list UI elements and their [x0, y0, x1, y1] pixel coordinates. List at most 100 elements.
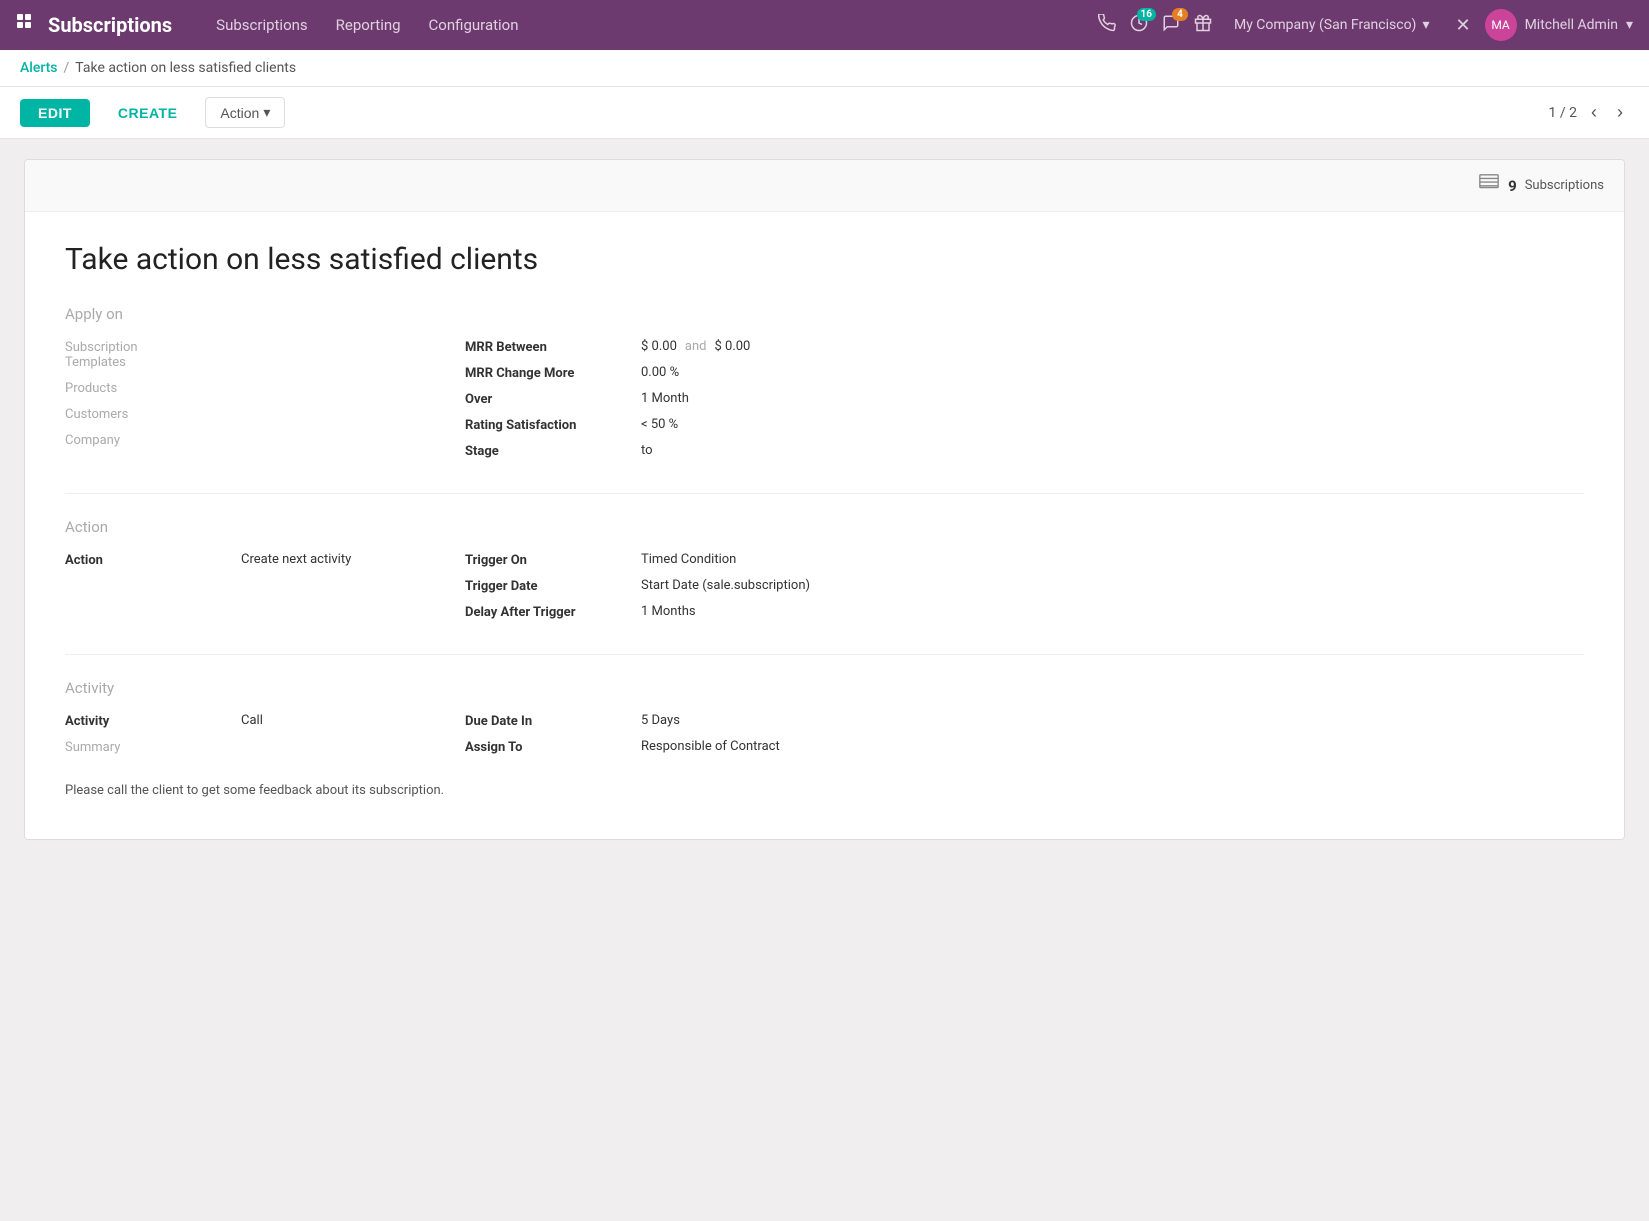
stage-label: Stage [465, 443, 625, 459]
delay-value: 1 Months [641, 604, 696, 619]
user-chevron-icon: ▾ [1626, 17, 1633, 33]
trigger-on-value: Timed Condition [641, 552, 736, 567]
avatar: MA [1485, 9, 1517, 41]
products-label: Products [65, 380, 195, 396]
field-mrr-change: MRR Change More 0.00 % [465, 365, 1584, 381]
top-navigation: Subscriptions Subscriptions Reporting Co… [0, 0, 1649, 50]
mrr-max: $ 0.00 [714, 339, 750, 354]
mrr-and: and [685, 339, 707, 354]
field-over: Over 1 Month [465, 391, 1584, 407]
mrr-change-value: 0.00 % [641, 365, 679, 380]
field-rating: Rating Satisfaction < 50 % [465, 417, 1584, 433]
action-field-label: Action [65, 552, 225, 568]
grid-icon[interactable] [16, 13, 36, 37]
app-brand: Subscriptions [48, 13, 172, 37]
nav-links: Subscriptions Reporting Configuration [204, 10, 1098, 40]
field-company: Company [65, 432, 425, 448]
field-trigger-on: Trigger On Timed Condition [465, 552, 1584, 568]
subscriptions-badge[interactable]: 9 Subscriptions [1478, 172, 1604, 199]
action-left: Action Create next activity [65, 552, 425, 630]
divider-1 [65, 493, 1584, 494]
activity-section-label: Activity [65, 679, 1584, 697]
pagination-controls: 1 / 2 ‹ › [1549, 100, 1629, 125]
chat-icon-btn[interactable]: 4 [1162, 14, 1180, 37]
delay-label: Delay After Trigger [465, 604, 625, 620]
customers-label: Customers [65, 406, 195, 422]
record-header: 9 Subscriptions [25, 160, 1624, 212]
record-title: Take action on less satisfied clients [65, 242, 1584, 277]
action-chevron-icon: ▾ [263, 104, 270, 121]
pagination-text: 1 / 2 [1549, 105, 1577, 121]
clock-icon-btn[interactable]: 16 [1130, 14, 1148, 37]
assign-to-value: Responsible of Contract [641, 739, 780, 754]
field-mrr-between: MRR Between $ 0.00 and $ 0.00 [465, 339, 1584, 355]
action-label: Action [220, 105, 259, 121]
clock-badge: 16 [1137, 8, 1156, 21]
subscription-templates-label: SubscriptionTemplates [65, 339, 195, 370]
assign-to-label: Assign To [465, 739, 625, 755]
field-due-date: Due Date In 5 Days [465, 713, 1584, 729]
main-content: 9 Subscriptions Take action on less sati… [0, 139, 1649, 860]
field-delay: Delay After Trigger 1 Months [465, 604, 1584, 620]
phone-icon-btn[interactable] [1098, 14, 1116, 37]
field-products: Products [65, 380, 425, 396]
rating-label: Rating Satisfaction [465, 417, 625, 433]
create-button[interactable]: CREATE [100, 99, 196, 127]
close-icon[interactable]: ✕ [1455, 15, 1470, 36]
trigger-date-label: Trigger Date [465, 578, 625, 594]
trigger-on-label: Trigger On [465, 552, 625, 568]
subscriptions-label: Subscriptions [1525, 178, 1604, 193]
apply-on-label: Apply on [65, 305, 1584, 323]
record-body: Take action on less satisfied clients Ap… [25, 212, 1624, 839]
due-date-label: Due Date In [465, 713, 625, 729]
action-field-value: Create next activity [241, 552, 351, 567]
subscriptions-badge-icon [1478, 172, 1500, 199]
breadcrumb-parent[interactable]: Alerts [20, 60, 58, 76]
divider-2 [65, 654, 1584, 655]
summary-label: Summary [65, 739, 195, 755]
breadcrumb-separator: / [64, 60, 70, 76]
field-assign-to: Assign To Responsible of Contract [465, 739, 1584, 755]
company-name: My Company (San Francisco) [1234, 17, 1416, 33]
field-activity: Activity Call [65, 713, 425, 729]
action-section: Action Action Create next activity Trigg… [65, 518, 1584, 630]
action-dropdown-button[interactable]: Action ▾ [205, 97, 285, 128]
breadcrumb: Alerts / Take action on less satisfied c… [0, 50, 1649, 87]
next-record-button[interactable]: › [1611, 100, 1629, 125]
topnav-icons: 16 4 My Company (San Francisco) ▾ ✕ MA M… [1098, 9, 1633, 41]
apply-on-layout: SubscriptionTemplates Products Customers [65, 339, 1584, 469]
breadcrumb-current: Take action on less satisfied clients [75, 60, 296, 76]
nav-reporting[interactable]: Reporting [324, 10, 413, 40]
toolbar: EDIT CREATE Action ▾ 1 / 2 ‹ › [0, 87, 1649, 139]
gift-icon-btn[interactable] [1194, 14, 1212, 37]
prev-record-button[interactable]: ‹ [1585, 100, 1603, 125]
company-selector[interactable]: My Company (San Francisco) ▾ [1226, 13, 1437, 37]
nav-subscriptions[interactable]: Subscriptions [204, 10, 319, 40]
nav-configuration[interactable]: Configuration [417, 10, 531, 40]
activity-section: Activity Activity Call Summary [65, 679, 1584, 801]
mrr-between-value: $ 0.00 and $ 0.00 [641, 339, 750, 354]
field-subscription-templates: SubscriptionTemplates [65, 339, 425, 370]
field-stage: Stage to [465, 443, 1584, 459]
action-layout: Action Create next activity Trigger On T… [65, 552, 1584, 630]
edit-button[interactable]: EDIT [20, 99, 90, 127]
activity-layout: Activity Call Summary Due Date In 5 Days [65, 713, 1584, 765]
action-section-label: Action [65, 518, 1584, 536]
stage-value: to [641, 443, 653, 458]
field-action: Action Create next activity [65, 552, 425, 568]
rating-value: < 50 % [641, 417, 678, 432]
apply-on-right: MRR Between $ 0.00 and $ 0.00 MRR Change… [465, 339, 1584, 469]
action-right: Trigger On Timed Condition Trigger Date … [465, 552, 1584, 630]
field-summary: Summary [65, 739, 425, 755]
field-trigger-date: Trigger Date Start Date (sale.subscripti… [465, 578, 1584, 594]
activity-notes: Please call the client to get some feedb… [65, 781, 1584, 801]
record-card: 9 Subscriptions Take action on less sati… [24, 159, 1625, 840]
subscriptions-count: 9 [1508, 177, 1517, 195]
apply-on-left: SubscriptionTemplates Products Customers [65, 339, 425, 469]
trigger-date-value: Start Date (sale.subscription) [641, 578, 810, 593]
mrr-between-label: MRR Between [465, 339, 625, 355]
user-menu[interactable]: MA Mitchell Admin ▾ [1485, 9, 1633, 41]
over-label: Over [465, 391, 625, 407]
activity-right: Due Date In 5 Days Assign To Responsible… [465, 713, 1584, 765]
due-date-value: 5 Days [641, 713, 680, 728]
